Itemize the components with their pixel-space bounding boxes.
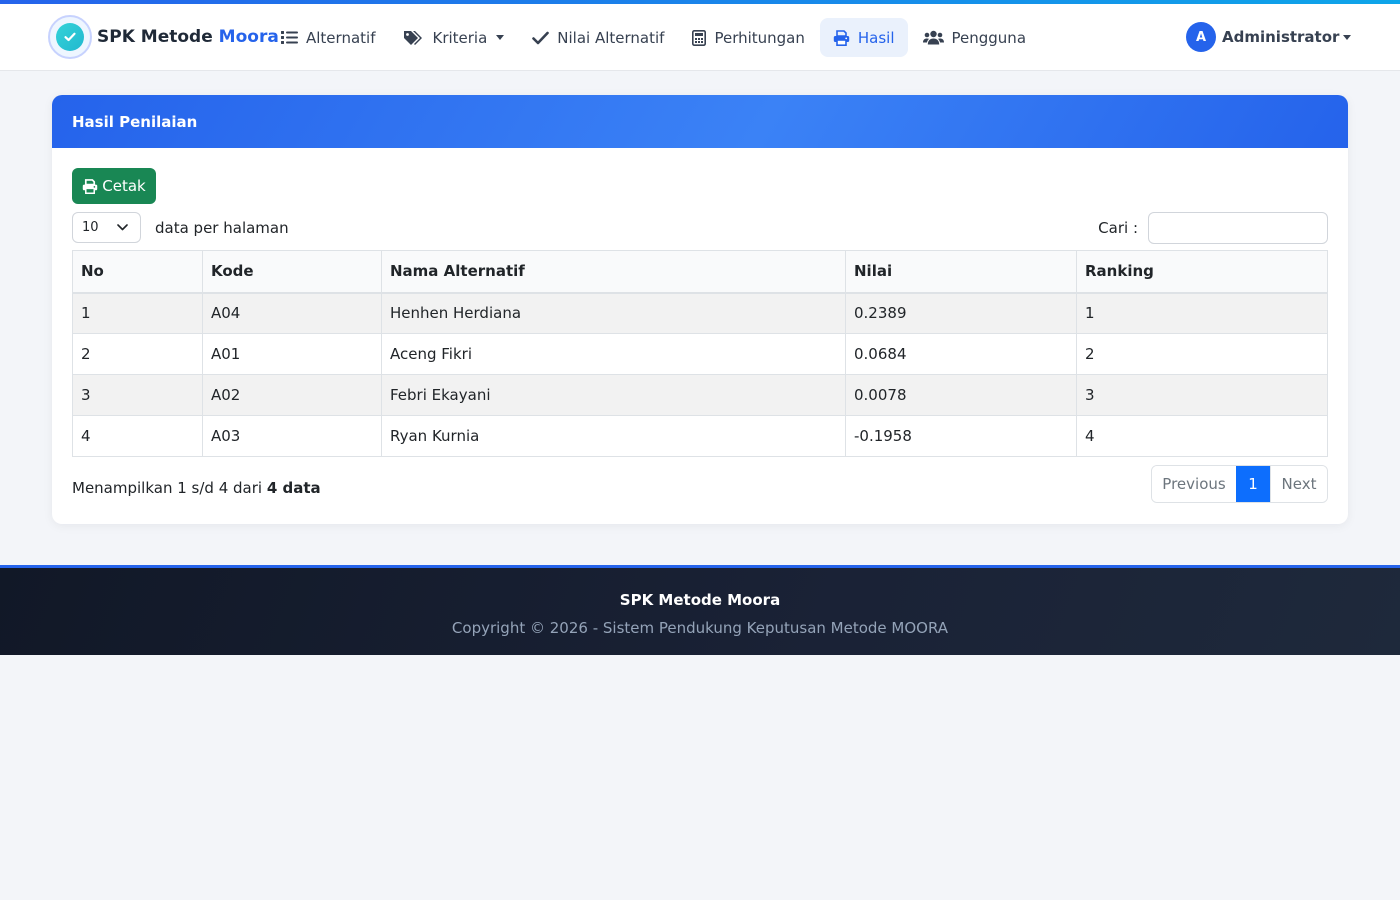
tags-icon bbox=[404, 30, 423, 45]
user-menu[interactable]: A Administrator bbox=[1186, 22, 1352, 52]
cell-kode: A02 bbox=[202, 374, 382, 416]
page-length-label: data per halaman bbox=[155, 218, 289, 237]
list-icon bbox=[281, 31, 298, 44]
page-length-value: 10 bbox=[82, 220, 99, 235]
nav-item-perhitungan-label: Perhitungan bbox=[714, 28, 805, 47]
table-header-row: No Kode Nama Alternatif Nilai Ranking bbox=[72, 250, 1328, 294]
nav-item-kriteria-label: Kriteria bbox=[432, 28, 488, 47]
nav-menu: Alternatif Kriteria Nilai Alternatif Per… bbox=[268, 18, 1041, 57]
table-row: 4 A03 Ryan Kurnia -0.1958 4 bbox=[72, 415, 1328, 457]
brand[interactable]: SPK Metode Moora bbox=[48, 15, 279, 59]
cell-kode: A04 bbox=[202, 292, 382, 334]
table-row: 3 A02 Febri Ekayani 0.0078 3 bbox=[72, 374, 1328, 416]
cell-nilai: 0.0684 bbox=[845, 333, 1077, 375]
page-length-select[interactable]: 10 bbox=[72, 212, 141, 243]
search-control: Cari : bbox=[1098, 212, 1328, 244]
pagination-previous[interactable]: Previous bbox=[1152, 466, 1236, 502]
pagination-next[interactable]: Next bbox=[1270, 466, 1327, 502]
cell-kode: A01 bbox=[202, 333, 382, 375]
chevron-down-icon bbox=[496, 35, 505, 40]
column-header-kode[interactable]: Kode bbox=[202, 250, 382, 294]
cell-no: 2 bbox=[72, 333, 203, 375]
print-icon bbox=[83, 178, 98, 194]
nav-item-kriteria[interactable]: Kriteria bbox=[390, 18, 517, 57]
cell-nilai: 0.0078 bbox=[845, 374, 1077, 416]
print-button[interactable]: Cetak bbox=[72, 168, 156, 204]
nav-item-hasil-label: Hasil bbox=[857, 28, 895, 47]
print-icon bbox=[833, 29, 850, 46]
cell-ranking: 3 bbox=[1076, 374, 1328, 416]
cell-kode: A03 bbox=[202, 415, 382, 457]
chevron-down-icon bbox=[117, 224, 128, 231]
table-info-prefix: Menampilkan 1 s/d 4 dari bbox=[72, 479, 263, 497]
nav-item-pengguna[interactable]: Pengguna bbox=[910, 18, 1040, 57]
check-circle-icon bbox=[56, 23, 84, 51]
calculator-icon bbox=[692, 29, 707, 46]
navbar: SPK Metode Moora Alternatif Kriteria Nil… bbox=[0, 4, 1400, 71]
card-title: Hasil Penilaian bbox=[52, 95, 1348, 148]
cell-nilai: -0.1958 bbox=[845, 415, 1077, 457]
nav-item-hasil[interactable]: Hasil bbox=[819, 18, 908, 57]
avatar: A bbox=[1186, 22, 1216, 52]
users-icon bbox=[922, 30, 944, 45]
pagination-page-1[interactable]: 1 bbox=[1236, 466, 1270, 502]
nav-item-alternatif[interactable]: Alternatif bbox=[268, 18, 388, 57]
check-icon bbox=[532, 31, 550, 44]
nav-item-perhitungan[interactable]: Perhitungan bbox=[679, 18, 817, 57]
page-length-control: 10 data per halaman bbox=[72, 212, 289, 243]
cell-nama-alternatif: Febri Ekayani bbox=[381, 374, 846, 416]
cell-nama-alternatif: Henhen Herdiana bbox=[381, 292, 846, 334]
footer-title: SPK Metode Moora bbox=[619, 591, 781, 609]
column-header-ranking[interactable]: Ranking bbox=[1076, 250, 1328, 294]
cell-no: 3 bbox=[72, 374, 203, 416]
cell-nama-alternatif: Aceng Fikri bbox=[381, 333, 846, 375]
brand-logo bbox=[48, 15, 92, 59]
cell-no: 4 bbox=[72, 415, 203, 457]
pagination: Previous 1 Next bbox=[1151, 465, 1328, 503]
nav-item-nilai-alternatif-label: Nilai Alternatif bbox=[557, 28, 665, 47]
nav-item-nilai-alternatif[interactable]: Nilai Alternatif bbox=[519, 18, 677, 57]
print-button-label: Cetak bbox=[102, 177, 146, 195]
cell-no: 1 bbox=[72, 292, 203, 334]
cell-ranking: 2 bbox=[1076, 333, 1328, 375]
table-row: 1 A04 Henhen Herdiana 0.2389 1 bbox=[72, 292, 1328, 334]
table-row: 2 A01 Aceng Fikri 0.0684 2 bbox=[72, 333, 1328, 375]
cell-nilai: 0.2389 bbox=[845, 292, 1077, 334]
user-name: Administrator bbox=[1222, 28, 1340, 46]
column-header-nilai[interactable]: Nilai bbox=[845, 250, 1077, 294]
search-input[interactable] bbox=[1148, 212, 1328, 244]
chevron-down-icon bbox=[1343, 34, 1352, 40]
column-header-no[interactable]: No bbox=[72, 250, 203, 294]
results-table: No Kode Nama Alternatif Nilai Ranking 1 … bbox=[72, 250, 1328, 457]
column-header-nama-alternatif[interactable]: Nama Alternatif bbox=[381, 250, 846, 294]
search-label: Cari : bbox=[1098, 219, 1138, 237]
table-info-total: 4 data bbox=[266, 479, 321, 497]
cell-nama-alternatif: Ryan Kurnia bbox=[381, 415, 846, 457]
nav-item-pengguna-label: Pengguna bbox=[951, 28, 1027, 47]
results-card: Hasil Penilaian Cetak 10 data per halama… bbox=[52, 95, 1348, 524]
footer-copyright: Copyright © 2026 - Sistem Pendukung Kepu… bbox=[451, 619, 949, 637]
brand-name: SPK Metode Moora bbox=[97, 27, 279, 47]
cell-ranking: 1 bbox=[1076, 292, 1328, 334]
cell-ranking: 4 bbox=[1076, 415, 1328, 457]
brand-name-prefix: SPK Metode bbox=[97, 27, 213, 47]
table-info: Menampilkan 1 s/d 4 dari 4 data bbox=[72, 479, 321, 497]
footer: SPK Metode Moora Copyright © 2026 - Sist… bbox=[0, 565, 1400, 655]
nav-item-alternatif-label: Alternatif bbox=[306, 28, 376, 47]
